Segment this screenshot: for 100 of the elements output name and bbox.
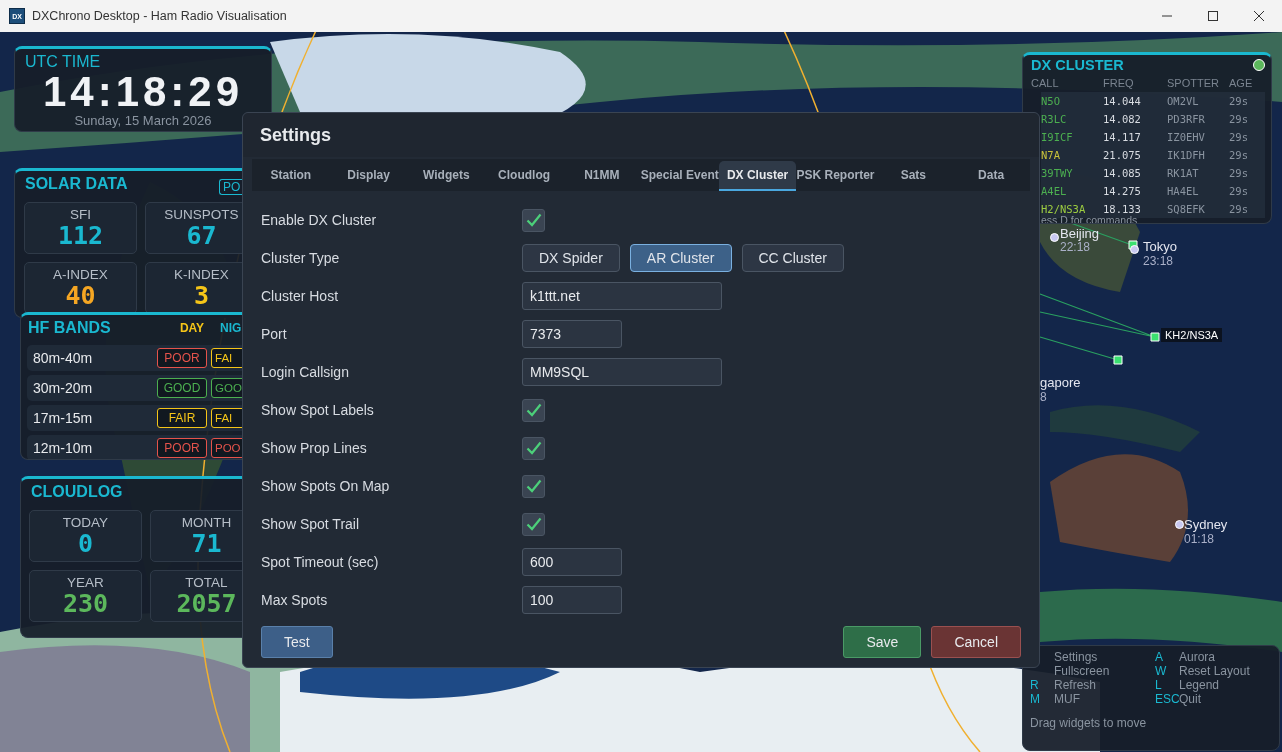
tab[interactable]: PSK Reporter <box>796 161 875 191</box>
shortcut-key: ESC <box>1155 692 1179 706</box>
band-name: 17m-15m <box>32 410 94 426</box>
option-button[interactable]: CC Cluster <box>741 244 844 272</box>
checkbox[interactable] <box>522 208 545 232</box>
band-name: 30m-20m <box>32 380 94 396</box>
condition-tag: GOOD <box>157 378 207 398</box>
city-time: 23:18 <box>1143 255 1174 268</box>
table-cell-text: 29s <box>1229 203 1249 215</box>
table-cell-text: N7A <box>1041 149 1061 161</box>
column-header: DAY <box>178 321 206 335</box>
setting-label: Spot Timeout (sec) <box>261 554 380 570</box>
input-field[interactable]: MM9SQL <box>522 358 722 386</box>
stat-value: 112 <box>57 222 104 249</box>
stat-label: A-INDEX <box>53 267 108 282</box>
table-cell-text: IK1DFH <box>1167 149 1206 161</box>
city-marker-icon <box>1130 245 1139 254</box>
table-cell-text: 14.082 <box>1103 113 1142 125</box>
table-cell-text: 21.075 <box>1103 149 1142 161</box>
band-name: 12m-10m <box>32 440 94 456</box>
stat-label: MONTH <box>181 515 232 530</box>
checkbox[interactable] <box>522 398 545 422</box>
setting-label: Port <box>261 326 288 342</box>
city-label: Sydney <box>1184 518 1228 532</box>
table-cell-text: SQ8EFK <box>1167 203 1206 215</box>
checkbox[interactable] <box>522 512 545 536</box>
tab[interactable]: N1MM <box>562 161 641 191</box>
city-label: Tokyo <box>1143 240 1177 254</box>
setting-label: Cluster Host <box>261 288 340 304</box>
setting-label: Enable DX Cluster <box>261 212 378 228</box>
shortcut-label: Reset Layout <box>1179 664 1250 678</box>
dialog-button[interactable]: Cancel <box>931 626 1021 658</box>
table-cell-text: 29s <box>1229 149 1249 161</box>
tab[interactable]: Cloudlog <box>485 161 563 191</box>
option-button[interactable]: DX Spider <box>522 244 620 272</box>
tab[interactable]: Special Event <box>640 161 719 191</box>
close-icon <box>1254 11 1264 21</box>
spot-label: KH2/NS3A <box>1161 328 1223 342</box>
table-cell-text: 29s <box>1229 95 1249 107</box>
setting-label: Max Spots <box>261 592 329 608</box>
city-label: Beijing <box>1060 227 1100 241</box>
shortcut-key: A <box>1155 650 1179 664</box>
stat-value: 40 <box>65 282 96 309</box>
stat-label: TOTAL <box>185 575 228 590</box>
column-header: CALL <box>1031 77 1060 89</box>
checkbox[interactable] <box>522 474 545 498</box>
table-cell-text: 29s <box>1229 185 1249 197</box>
tab[interactable]: Station <box>252 161 330 191</box>
window-title: DXChrono Desktop - Ham Radio Visualisation <box>32 9 288 23</box>
stat-label: SFI <box>70 207 91 222</box>
column-header: NIG <box>219 321 242 335</box>
tab[interactable]: Display <box>329 161 408 191</box>
tab[interactable]: DX Cluster <box>718 161 797 191</box>
maximize-icon <box>1208 11 1218 21</box>
tab[interactable]: Widgets <box>407 161 486 191</box>
widget-title: DX CLUSTER <box>1031 56 1124 73</box>
stat-value: 71 <box>191 530 222 557</box>
setting-label: Show Spot Trail <box>261 516 361 532</box>
stat-label: K-INDEX <box>174 267 229 282</box>
condition-tag: POOR <box>157 438 207 458</box>
setting-label: Show Spot Labels <box>261 402 375 418</box>
setting-label: Show Prop Lines <box>261 440 368 456</box>
stat-value: 2057 <box>176 590 237 617</box>
input-field[interactable]: 7373 <box>522 320 622 348</box>
widget-title: UTC TIME <box>25 53 101 71</box>
table-cell-text: 14.044 <box>1103 95 1142 107</box>
shortcut-key: M <box>1030 692 1054 706</box>
shortcut-label: Refresh <box>1054 678 1097 692</box>
column-header: FREQ <box>1103 77 1135 89</box>
stat-label: TODAY <box>62 515 109 530</box>
table-cell-text: IZ0EHV <box>1167 131 1206 143</box>
shortcut-label: MUF <box>1054 692 1080 706</box>
tab[interactable]: Data <box>952 161 1030 191</box>
setting-label: Cluster Type <box>261 250 341 266</box>
city-time: 22:18 <box>1060 241 1091 254</box>
table-cell-text: 29s <box>1229 113 1249 125</box>
setting-label: Show Spots On Map <box>261 478 391 494</box>
city-label: gapore <box>1040 376 1081 390</box>
table-cell-text: 18.133 <box>1103 203 1142 215</box>
table-cell-text: OM2VL <box>1167 95 1200 107</box>
table-cell-text: 14.117 <box>1103 131 1142 143</box>
stat-value: 0 <box>77 530 94 557</box>
column-header: SPOTTER <box>1167 77 1220 89</box>
option-button[interactable]: AR Cluster <box>629 244 732 272</box>
input-field[interactable]: k1ttt.net <box>522 282 722 310</box>
input-field[interactable]: 100 <box>522 586 622 614</box>
city-time: 01:18 <box>1184 533 1215 546</box>
column-header: AGE <box>1229 77 1254 89</box>
dialog-button[interactable]: Save <box>843 626 922 658</box>
input-field[interactable]: 600 <box>522 548 622 576</box>
checkbox[interactable] <box>522 436 545 460</box>
table-cell-text: A4EL <box>1041 185 1068 197</box>
dialog-button[interactable]: Test <box>261 626 333 658</box>
stat-value: 230 <box>62 590 109 617</box>
stat-value: 3 <box>193 282 210 309</box>
table-cell-text: H2/NS3A <box>1041 203 1087 215</box>
table-cell-text: HA4EL <box>1167 185 1200 197</box>
table-cell-text: RK1AT <box>1167 167 1200 179</box>
band-name: 80m-40m <box>32 350 94 366</box>
tab[interactable]: Sats <box>874 161 953 191</box>
